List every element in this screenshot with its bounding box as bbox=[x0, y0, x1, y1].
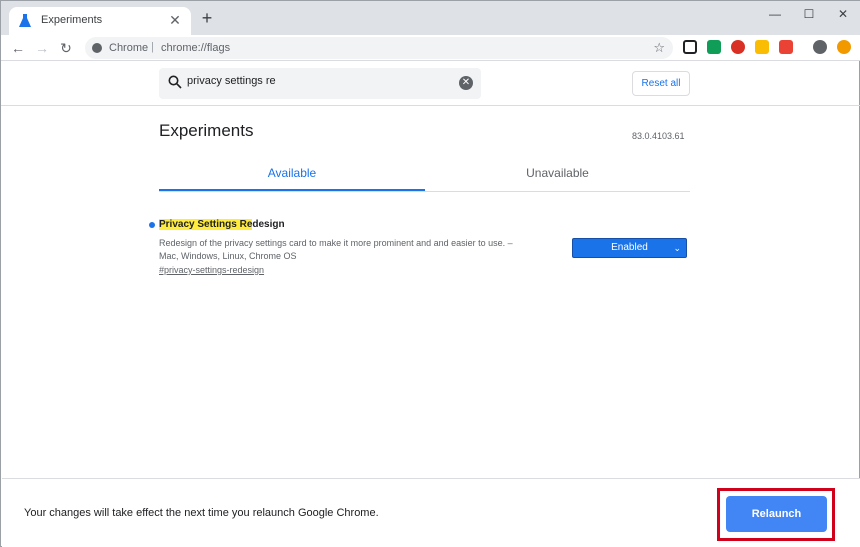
feature-state-value: Enabled bbox=[611, 242, 648, 253]
extension-red-icon[interactable] bbox=[731, 40, 745, 54]
version-label: 83.0.4103.61 bbox=[632, 131, 685, 141]
address-separator: | bbox=[151, 41, 154, 53]
browser-tab[interactable]: Experiments ✕ bbox=[9, 7, 191, 35]
flask-icon bbox=[19, 14, 31, 27]
search-input[interactable] bbox=[187, 75, 447, 87]
minimize-button[interactable]: — bbox=[763, 5, 787, 23]
flags-tabs: Available Unavailable bbox=[159, 156, 690, 192]
close-window-button[interactable]: ✕ bbox=[831, 5, 855, 23]
browser-toolbar: ← → ↻ Chrome | chrome://flags ☆ bbox=[1, 35, 860, 61]
active-tab-indicator bbox=[159, 189, 425, 191]
address-bar[interactable]: Chrome | chrome://flags ☆ bbox=[85, 37, 673, 59]
feature-description-line1: Redesign of the privacy settings card to… bbox=[159, 238, 513, 248]
browser-window: Experiments ✕ + — ☐ ✕ ← → ↻ Chrome | chr… bbox=[0, 0, 860, 547]
tab-close-icon[interactable]: ✕ bbox=[167, 12, 183, 28]
clear-search-icon[interactable]: ✕ bbox=[459, 76, 473, 90]
maximize-button[interactable]: ☐ bbox=[797, 5, 821, 23]
tab-unavailable[interactable]: Unavailable bbox=[425, 166, 690, 180]
modified-indicator-dot bbox=[149, 222, 155, 228]
update-alert-icon[interactable] bbox=[837, 40, 851, 54]
extension-s-icon[interactable] bbox=[707, 40, 721, 54]
chrome-page-icon bbox=[92, 43, 102, 53]
extension-megaphone-icon[interactable] bbox=[779, 40, 793, 54]
feature-anchor-link[interactable]: #privacy-settings-redesign bbox=[159, 265, 264, 275]
forward-button[interactable]: → bbox=[33, 39, 51, 57]
feature-description: Redesign of the privacy settings card to… bbox=[159, 237, 539, 263]
reload-button[interactable]: ↻ bbox=[57, 39, 75, 57]
feature-title-highlight: Privacy Settings Re bbox=[159, 219, 253, 230]
tab-strip: Experiments ✕ + — ☐ ✕ bbox=[1, 1, 860, 35]
relaunch-button[interactable]: Relaunch bbox=[726, 496, 827, 532]
chevron-down-icon: ⌄ bbox=[673, 243, 681, 253]
relaunch-message: Your changes will take effect the next t… bbox=[24, 507, 379, 519]
feature-state-select[interactable]: Enabled ⌄ bbox=[572, 238, 687, 258]
header-divider bbox=[1, 105, 860, 106]
extension-shield-icon[interactable] bbox=[755, 40, 769, 54]
address-prefix: Chrome bbox=[109, 42, 149, 54]
bookmark-star-icon[interactable]: ☆ bbox=[653, 40, 665, 56]
feature-title-rest: design bbox=[252, 219, 285, 230]
search-icon bbox=[168, 75, 182, 89]
feature-title: Privacy Settings Redesign bbox=[159, 219, 285, 230]
tab-title: Experiments bbox=[41, 14, 103, 26]
new-tab-button[interactable]: + bbox=[199, 9, 215, 27]
back-button[interactable]: ← bbox=[9, 39, 27, 57]
tab-available[interactable]: Available bbox=[159, 166, 425, 180]
flags-search-box[interactable]: ✕ bbox=[159, 68, 481, 99]
feature-description-platforms: Mac, Windows, Linux, Chrome OS bbox=[159, 251, 297, 261]
profile-avatar-icon[interactable] bbox=[813, 40, 827, 54]
address-url[interactable]: chrome://flags bbox=[161, 42, 230, 54]
relaunch-bar: Your changes will take effect the next t… bbox=[2, 478, 860, 547]
reset-all-button[interactable]: Reset all bbox=[632, 71, 690, 96]
extension-screen-icon[interactable] bbox=[683, 40, 697, 54]
page-title: Experiments bbox=[159, 121, 254, 140]
